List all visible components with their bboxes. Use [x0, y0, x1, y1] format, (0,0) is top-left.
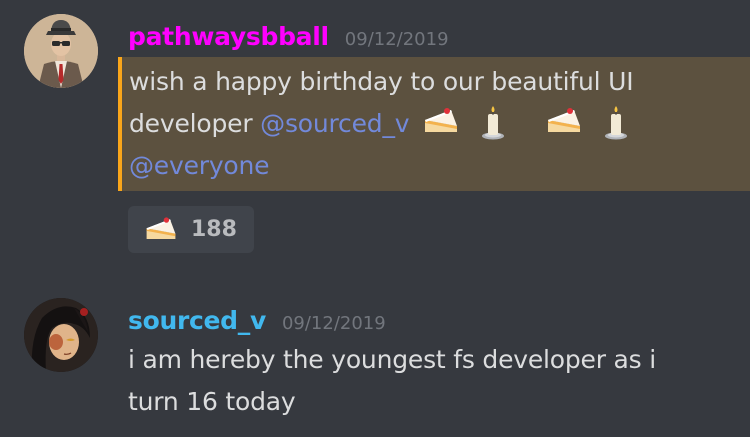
message-timestamp: 09/12/2019: [344, 29, 449, 50]
avatar-pathwaysbball[interactable]: [24, 14, 98, 88]
reaction-cake-button[interactable]: 188: [128, 206, 254, 253]
everyone-mention[interactable]: @everyone: [129, 151, 270, 180]
message-line-2: developer @sourced_v: [129, 103, 750, 145]
dark-haired-anime-character-avatar-icon: [24, 298, 98, 372]
message-body: i am hereby the youngest fs developer as…: [128, 339, 656, 423]
avatar-sourced-v[interactable]: [24, 298, 98, 372]
message-timestamp: 09/12/2019: [281, 313, 386, 334]
cake-icon: [425, 108, 458, 132]
reaction-count: 188: [191, 217, 237, 242]
man-in-suit-hat-sunglasses-avatar-icon: [24, 14, 98, 88]
username-pathwaysbball[interactable]: pathwaysbball: [128, 22, 329, 51]
cake-icon: [548, 108, 581, 132]
message-line-1: wish a happy birthday to our beautiful U…: [129, 67, 634, 96]
message-line-2-text: developer: [129, 109, 261, 138]
username-sourced-v[interactable]: sourced_v: [128, 306, 266, 335]
cake-icon: [146, 216, 176, 239]
message-header: sourced_v 09/12/2019: [128, 306, 386, 335]
user-mention-sourced-v[interactable]: @sourced_v: [260, 109, 409, 138]
message-sourced-v: sourced_v 09/12/2019 i am hereby the you…: [0, 290, 750, 437]
candle-icon: [481, 106, 504, 140]
message-line-3: @everyone: [129, 145, 750, 187]
message-line-1: i am hereby the youngest fs developer as…: [128, 345, 656, 374]
mention-highlight-block: wish a happy birthday to our beautiful U…: [118, 57, 750, 191]
candle-icon: [605, 106, 628, 140]
message-header: pathwaysbball 09/12/2019: [128, 22, 449, 51]
message-line-2: turn 16 today: [128, 387, 296, 416]
message-pathwaysbball: pathwaysbball 09/12/2019 wish a happy bi…: [0, 0, 750, 260]
